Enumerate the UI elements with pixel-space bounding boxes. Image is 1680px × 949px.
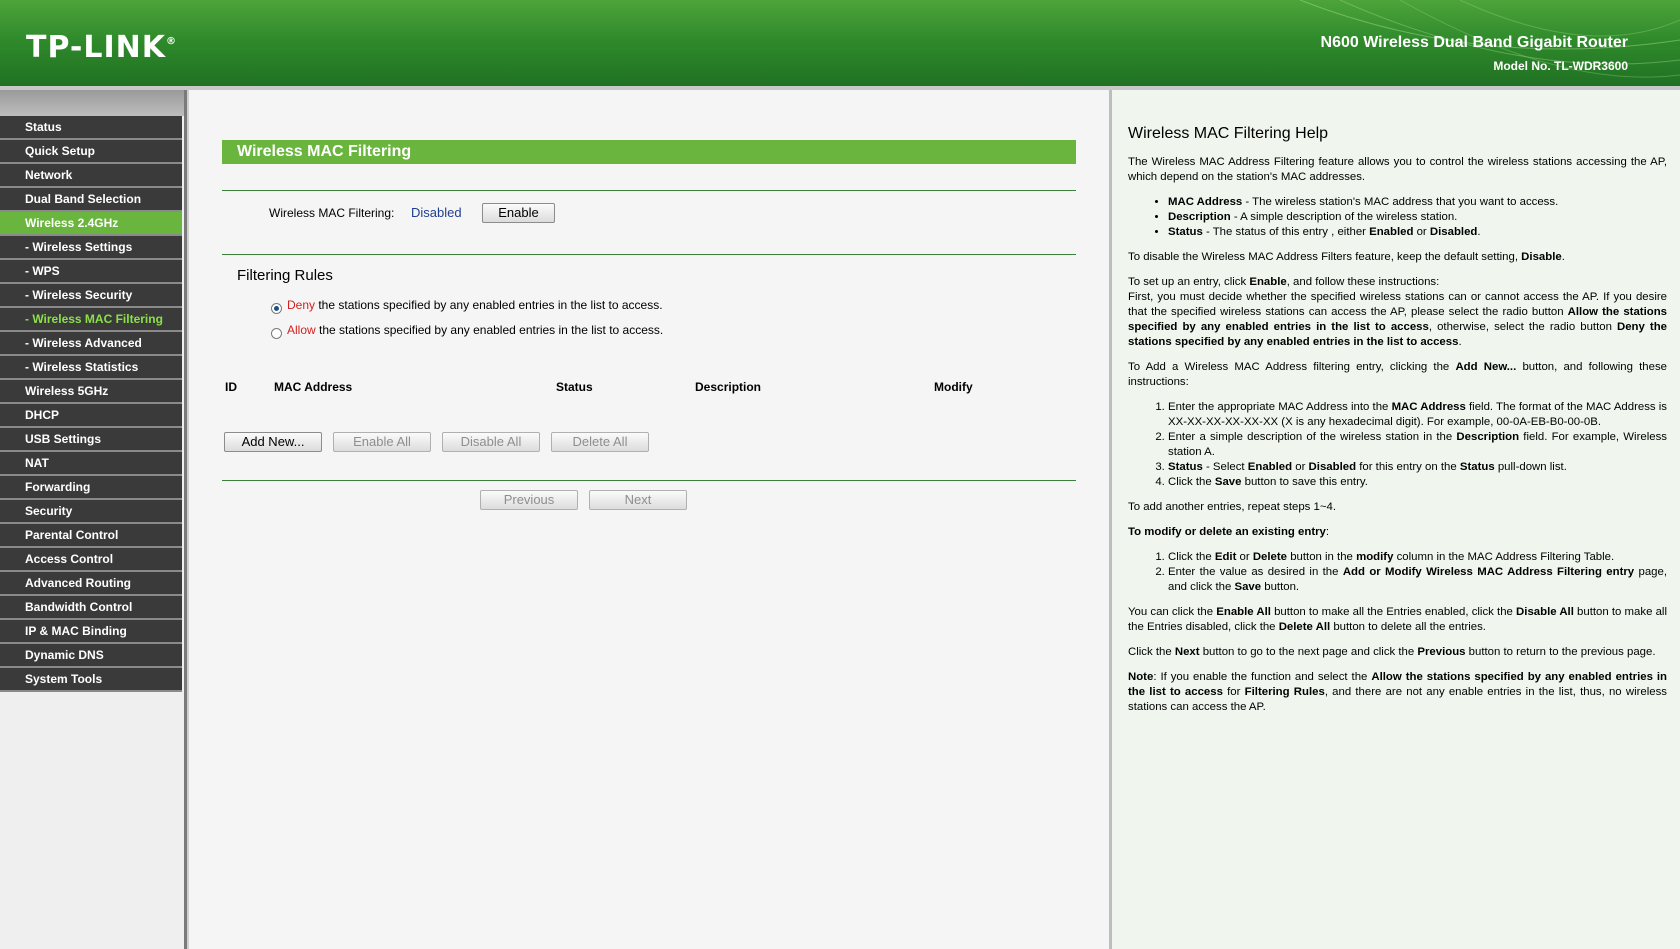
sidebar-item-quick-setup[interactable]: Quick Setup	[0, 140, 182, 164]
sidebar-item-usb-settings[interactable]: USB Settings	[0, 428, 182, 452]
help-paragraph: The Wireless MAC Address Filtering featu…	[1128, 156, 1667, 183]
sidebar-item-dual-band-selection[interactable]: Dual Band Selection	[0, 188, 182, 212]
sidebar-item-dhcp[interactable]: DHCP	[0, 404, 182, 428]
filtering-rules-title: Filtering Rules	[237, 267, 333, 284]
help-list: MAC Address - The wireless station's MAC…	[1128, 195, 1667, 240]
delete-all-button[interactable]: Delete All	[551, 432, 649, 452]
add-new-button[interactable]: Add New...	[224, 432, 322, 452]
allow-radio[interactable]	[271, 328, 282, 339]
table-header-status: Status	[556, 380, 593, 394]
sidebar: Status Quick Setup Network Dual Band Sel…	[0, 90, 187, 949]
sidebar-item-wireless-24ghz[interactable]: Wireless 2.4GHz	[0, 212, 182, 236]
mac-filtering-label: Wireless MAC Filtering:	[269, 206, 395, 220]
tp-link-logo: TP-LINK®	[26, 30, 178, 65]
sidebar-item-system-tools[interactable]: System Tools	[0, 668, 182, 692]
model-number: Model No. TL-WDR3600	[1493, 59, 1628, 73]
sidebar-item-wireless-security[interactable]: - Wireless Security	[0, 284, 182, 308]
table-header-modify: Modify	[934, 380, 973, 394]
sidebar-item-network[interactable]: Network	[0, 164, 182, 188]
sidebar-item-wps[interactable]: - WPS	[0, 260, 182, 284]
deny-label: Deny the stations specified by any enabl…	[287, 298, 663, 312]
table-header-mac-address: MAC Address	[274, 380, 353, 394]
divider	[222, 190, 1076, 191]
sidebar-item-wireless-settings[interactable]: - Wireless Settings	[0, 236, 182, 260]
next-button[interactable]: Next	[589, 490, 687, 510]
help-steps: Click the Edit or Delete button in the m…	[1128, 550, 1667, 595]
sidebar-item-wireless-statistics[interactable]: - Wireless Statistics	[0, 356, 182, 380]
help-paragraph: To Add a Wireless MAC Address filtering …	[1128, 361, 1667, 388]
help-title: Wireless MAC Filtering Help	[1128, 125, 1329, 142]
sidebar-item-status[interactable]: Status	[0, 116, 182, 140]
sidebar-item-nat[interactable]: NAT	[0, 452, 182, 476]
page-title: Wireless MAC Filtering	[222, 140, 1076, 164]
table-header-description: Description	[695, 380, 762, 394]
sidebar-top	[0, 90, 184, 116]
sidebar-item-access-control[interactable]: Access Control	[0, 548, 182, 572]
sidebar-item-ip-mac-binding[interactable]: IP & MAC Binding	[0, 620, 182, 644]
divider	[222, 480, 1076, 481]
help-paragraph: To modify or delete an existing entry:	[1128, 526, 1330, 538]
sidebar-item-wireless-5ghz[interactable]: Wireless 5GHz	[0, 380, 182, 404]
allow-label: Allow the stations specified by any enab…	[287, 323, 664, 337]
sidebar-item-advanced-routing[interactable]: Advanced Routing	[0, 572, 182, 596]
sidebar-item-dynamic-dns[interactable]: Dynamic DNS	[0, 644, 182, 668]
deny-radio[interactable]	[271, 303, 282, 314]
help-content: Wireless MAC Filtering Help The Wireless…	[1128, 126, 1667, 725]
sidebar-item-bandwidth-control[interactable]: Bandwidth Control	[0, 596, 182, 620]
mac-filtering-status: Disabled	[411, 205, 462, 220]
previous-button[interactable]: Previous	[480, 490, 578, 510]
sidebar-item-forwarding[interactable]: Forwarding	[0, 476, 182, 500]
sidebar-item-wireless-mac-filtering[interactable]: - Wireless MAC Filtering	[0, 308, 182, 332]
help-panel: Wireless MAC Filtering Help The Wireless…	[1109, 90, 1680, 949]
divider	[222, 254, 1076, 255]
main-content: Wireless MAC Filtering Wireless MAC Filt…	[187, 90, 1109, 949]
sidebar-item-wireless-advanced[interactable]: - Wireless Advanced	[0, 332, 182, 356]
enable-button[interactable]: Enable	[482, 203, 555, 223]
table-header-id: ID	[225, 380, 237, 394]
help-paragraph: To set up an entry, click Enable, and fo…	[1128, 276, 1668, 348]
sidebar-item-parental-control[interactable]: Parental Control	[0, 524, 182, 548]
disable-all-button[interactable]: Disable All	[442, 432, 540, 452]
enable-all-button[interactable]: Enable All	[333, 432, 431, 452]
help-paragraph: You can click the Enable All button to m…	[1128, 606, 1667, 633]
help-steps: Enter the appropriate MAC Address into t…	[1128, 400, 1667, 490]
sidebar-item-security[interactable]: Security	[0, 500, 182, 524]
help-paragraph: Note: If you enable the function and sel…	[1128, 671, 1667, 713]
help-paragraph: To add another entries, repeat steps 1~4…	[1128, 501, 1337, 513]
help-paragraph: Click the Next button to go to the next …	[1128, 646, 1656, 658]
product-name: N600 Wireless Dual Band Gigabit Router	[1320, 34, 1628, 51]
header: TP-LINK® N600 Wireless Dual Band Gigabit…	[0, 0, 1680, 90]
help-paragraph: To disable the Wireless MAC Address Filt…	[1128, 251, 1565, 263]
